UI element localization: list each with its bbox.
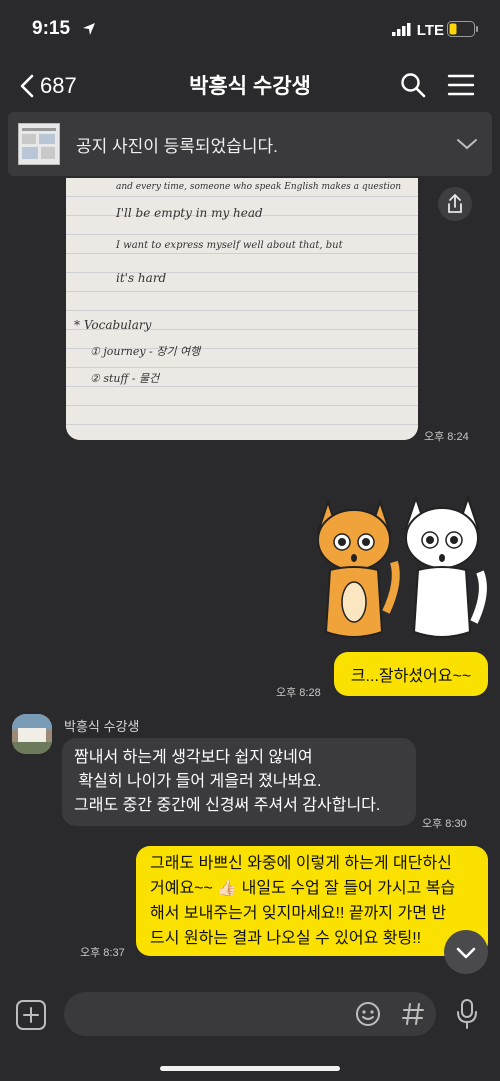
- handwriting-line: ① journey - 장기 여행: [90, 345, 201, 358]
- notice-thumbnail: [18, 123, 60, 165]
- home-indicator: [160, 1066, 340, 1071]
- message-line: 드시 원하는 결과 나오실 수 있어요 홧팅!!: [150, 930, 422, 947]
- handwriting-line: I'll be empty in my head: [116, 206, 263, 220]
- message-line: 해서 보내주는거 잊지마세요!! 끝까지 가면 반: [150, 905, 447, 922]
- outgoing-message-bubble[interactable]: 크...잘하셨어요~~: [334, 652, 488, 696]
- signal-icon: [392, 23, 411, 36]
- microphone-icon[interactable]: [454, 998, 480, 1030]
- message-line: 그래도 중간 중간에 신경써 주셔서 감사합니다.: [74, 797, 381, 814]
- handwriting-line: I want to express myself well about that…: [116, 240, 343, 251]
- scroll-to-bottom-button[interactable]: [444, 930, 488, 974]
- hashtag-icon[interactable]: [400, 1000, 426, 1028]
- photo-message[interactable]: and every time, someone who speak Englis…: [66, 178, 418, 440]
- chevron-down-icon: [456, 947, 476, 959]
- share-button[interactable]: [438, 187, 472, 221]
- location-arrow-icon: [83, 23, 95, 35]
- search-icon[interactable]: [398, 70, 428, 100]
- cats-sticker[interactable]: [308, 492, 488, 648]
- handwriting-line: and every time, someone who speak Englis…: [116, 182, 402, 192]
- message-line: 확실히 나이가 들어 게을러 졌나봐요.: [74, 773, 322, 790]
- status-bar: 9:15 LTE: [0, 0, 500, 56]
- status-time: 9:15: [32, 18, 71, 39]
- notice-text: 공지 사진이 등록되었습니다.: [76, 136, 278, 156]
- avatar[interactable]: [12, 714, 52, 754]
- back-button[interactable]: 687: [20, 72, 80, 100]
- message-time: 오후 8:28: [276, 687, 321, 699]
- chevron-left-icon: [20, 74, 34, 98]
- message-time: 오후 8:30: [422, 818, 467, 830]
- message-line: 그래도 바쁘신 와중에 이렇게 하는게 대단하신: [150, 855, 452, 872]
- message-line: 거예요~~ 👍🏻 내일도 수업 잘 들어 가시고 복습: [150, 880, 456, 897]
- handwriting-line: * Vocabulary: [74, 318, 152, 332]
- battery-icon: [447, 21, 478, 37]
- chevron-down-icon[interactable]: [456, 137, 478, 151]
- notice-banner[interactable]: 공지 사진이 등록되었습니다.: [8, 112, 492, 176]
- plus-icon: [23, 1007, 39, 1023]
- message-time: 오후 8:37: [80, 947, 125, 959]
- outgoing-message-bubble[interactable]: 그래도 바쁘신 와중에 이렇게 하는게 대단하신 거예요~~ 👍🏻 내일도 수업…: [136, 846, 488, 956]
- network-type: LTE: [416, 22, 444, 39]
- incoming-message-bubble[interactable]: 짬내서 하는게 생각보다 쉽지 않네여 확실히 나이가 들어 게을러 졌나봐요.…: [62, 738, 416, 826]
- menu-icon[interactable]: [446, 70, 476, 100]
- emoticon-icon[interactable]: [354, 1000, 382, 1028]
- message-line: 짬내서 하는게 생각보다 쉽지 않네여: [74, 749, 313, 766]
- sender-name: 박흥식 수강생: [64, 719, 140, 734]
- back-count: 687: [40, 73, 77, 98]
- attach-button[interactable]: [16, 1000, 46, 1030]
- message-text: 크...잘하셨어요~~: [350, 668, 472, 685]
- share-icon: [448, 193, 462, 213]
- handwriting-line: ② stuff - 물건: [90, 372, 160, 385]
- handwriting-line: it's hard: [116, 271, 167, 285]
- message-time: 오후 8:24: [424, 431, 469, 443]
